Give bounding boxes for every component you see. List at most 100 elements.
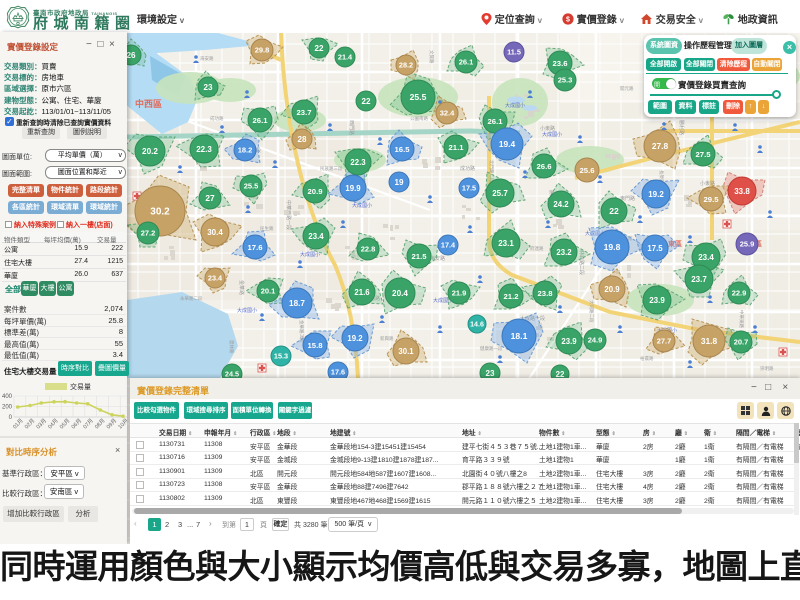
svg-text:30.1: 30.1 [398, 347, 414, 356]
svg-text:裕農路: 裕農路 [640, 355, 654, 362]
svg-text:19: 19 [394, 178, 404, 187]
svg-text:中華東路: 中華東路 [738, 310, 745, 328]
svg-text:22: 22 [361, 97, 371, 106]
svg-text:0: 0 [9, 415, 13, 421]
svg-text:09月: 09月 [105, 417, 118, 430]
svg-text:23.6: 23.6 [553, 59, 568, 68]
svg-text:22.3: 22.3 [196, 145, 212, 154]
svg-text:18.1: 18.1 [511, 331, 528, 341]
svg-text:公園南路: 公園南路 [410, 115, 428, 122]
svg-text:23.9: 23.9 [561, 337, 577, 346]
svg-text:崇明路: 崇明路 [760, 365, 774, 372]
svg-text:19.2: 19.2 [347, 334, 363, 343]
svg-text:19.2: 19.2 [648, 190, 664, 199]
svg-text:32.4: 32.4 [440, 109, 455, 118]
svg-text:04月: 04月 [47, 417, 60, 430]
svg-text:22: 22 [314, 44, 324, 53]
svg-text:16.5: 16.5 [395, 145, 411, 154]
svg-text:勝利路: 勝利路 [678, 120, 685, 135]
svg-text:14.6: 14.6 [470, 321, 484, 329]
svg-text:30.4: 30.4 [207, 228, 223, 237]
svg-text:25.6: 25.6 [580, 166, 595, 175]
svg-text:23.7: 23.7 [691, 275, 707, 284]
svg-text:26: 26 [126, 51, 136, 60]
svg-text:20.2: 20.2 [142, 147, 158, 156]
svg-text:03月: 03月 [35, 417, 48, 430]
svg-text:文賢路: 文賢路 [428, 50, 435, 64]
svg-text:15.8: 15.8 [308, 341, 324, 350]
svg-text:健康路一段: 健康路一段 [480, 345, 503, 352]
svg-text:27.7: 27.7 [657, 337, 672, 346]
svg-text:07月: 07月 [82, 417, 95, 430]
svg-text:23.4: 23.4 [308, 232, 324, 241]
svg-text:20.7: 20.7 [734, 338, 749, 347]
svg-text:31.8: 31.8 [701, 336, 718, 346]
svg-text:17.6: 17.6 [248, 243, 263, 252]
svg-text:25.5: 25.5 [410, 92, 427, 102]
svg-text:西門路: 西門路 [348, 120, 355, 135]
svg-text:11.5: 11.5 [507, 48, 521, 57]
svg-text:27: 27 [205, 193, 215, 203]
svg-text:23.1: 23.1 [498, 239, 514, 248]
svg-text:10月: 10月 [117, 417, 127, 430]
svg-text:大成國小: 大成國小 [237, 307, 257, 314]
svg-text:23.9: 23.9 [649, 296, 665, 305]
svg-text:21.9: 21.9 [452, 289, 467, 298]
svg-text:民族路三段: 民族路三段 [320, 165, 343, 172]
svg-text:25.5: 25.5 [244, 182, 259, 191]
svg-text:33.8: 33.8 [734, 187, 750, 196]
svg-text:22: 22 [609, 206, 619, 216]
svg-text:25.9: 25.9 [740, 240, 755, 249]
svg-text:06月: 06月 [70, 417, 83, 430]
svg-text:200: 200 [2, 405, 13, 411]
svg-text:21.4: 21.4 [338, 53, 353, 62]
svg-text:22.8: 22.8 [361, 245, 376, 254]
svg-text:27.5: 27.5 [696, 150, 712, 159]
svg-text:17.6: 17.6 [331, 368, 345, 377]
svg-text:17.5: 17.5 [462, 184, 476, 193]
svg-text:23.8: 23.8 [538, 289, 554, 298]
svg-text:29.5: 29.5 [704, 195, 720, 204]
svg-text:開元路: 開元路 [620, 85, 634, 92]
svg-text:交易量: 交易量 [70, 382, 91, 391]
svg-text:25.7: 25.7 [492, 189, 508, 198]
svg-text:中西區: 中西區 [135, 98, 162, 109]
svg-text:24.2: 24.2 [553, 200, 569, 209]
svg-text:23: 23 [203, 83, 213, 92]
svg-text:25.3: 25.3 [558, 76, 573, 85]
svg-text:新興路: 新興路 [380, 335, 394, 342]
svg-text:17.5: 17.5 [647, 244, 663, 253]
svg-text:海安路: 海安路 [200, 55, 214, 62]
svg-text:23.2: 23.2 [556, 248, 572, 257]
svg-text:08月: 08月 [93, 417, 106, 430]
svg-text:27.8: 27.8 [652, 141, 669, 151]
svg-text:22.9: 22.9 [732, 289, 747, 298]
svg-text:永華路二段: 永華路二段 [180, 295, 203, 302]
svg-text:中華西路一段: 中華西路一段 [285, 200, 292, 230]
svg-text:23.4: 23.4 [208, 274, 223, 283]
svg-text:21.6: 21.6 [354, 288, 370, 297]
svg-text:23: 23 [485, 369, 495, 378]
svg-text:22.3: 22.3 [350, 158, 366, 167]
svg-text:05月: 05月 [58, 417, 71, 430]
svg-text:成功路: 成功路 [460, 165, 475, 172]
svg-text:29.8: 29.8 [255, 46, 270, 55]
svg-text:19.8: 19.8 [604, 242, 621, 252]
svg-text:大成國小: 大成國小 [505, 102, 525, 109]
svg-text:02月: 02月 [23, 417, 36, 430]
svg-text:成功路: 成功路 [210, 115, 224, 122]
svg-text:26.1: 26.1 [459, 58, 474, 67]
svg-text:26.1: 26.1 [488, 117, 504, 126]
svg-text:小東路: 小東路 [540, 125, 555, 132]
svg-text:大同路二段: 大同路二段 [588, 300, 595, 323]
svg-text:20.4: 20.4 [392, 289, 408, 298]
svg-text:28: 28 [297, 135, 307, 144]
svg-text:21.1: 21.1 [449, 143, 465, 152]
svg-text:27.2: 27.2 [141, 229, 156, 238]
svg-text:23.7: 23.7 [297, 108, 312, 117]
svg-text:400: 400 [2, 394, 13, 400]
svg-text:大成國小: 大成國小 [352, 202, 372, 209]
svg-text:20.9: 20.9 [308, 187, 323, 196]
svg-text:府連路: 府連路 [530, 245, 544, 252]
svg-text:17.4: 17.4 [441, 241, 456, 250]
